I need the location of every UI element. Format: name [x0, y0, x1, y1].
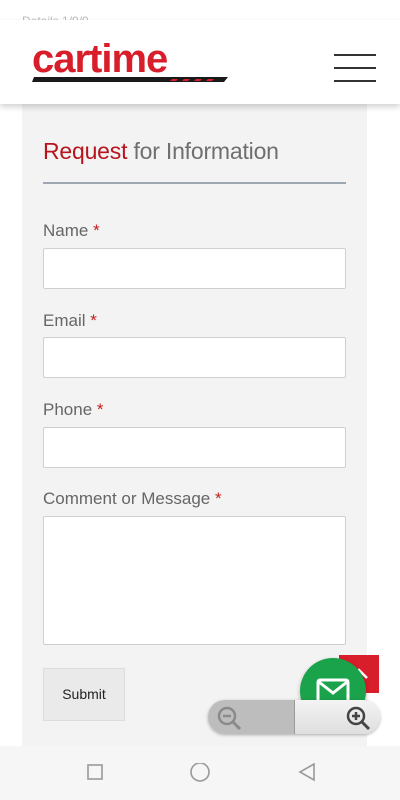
zoom-in-icon	[346, 706, 371, 731]
zoom-out-button[interactable]	[208, 700, 294, 734]
zoom-out-icon	[217, 706, 242, 731]
required-mark: *	[214, 489, 222, 508]
required-mark: *	[96, 400, 104, 419]
logo-graphic: cartime	[32, 37, 228, 82]
comment-label: Comment or Message *	[43, 489, 222, 508]
site-header: cartime	[0, 20, 400, 104]
name-label: Name *	[43, 221, 100, 240]
name-field[interactable]	[43, 248, 346, 289]
email-label: Email *	[43, 311, 97, 330]
required-mark: *	[90, 311, 97, 330]
comment-textarea[interactable]	[43, 516, 346, 645]
status-bar: Details 1/9/9	[0, 0, 400, 28]
email-field[interactable]	[43, 337, 346, 378]
zoom-control	[208, 700, 380, 734]
triangle-back-icon[interactable]	[297, 763, 317, 783]
submit-button[interactable]: Submit	[43, 668, 125, 721]
form-title-rest: for Information	[127, 138, 279, 164]
logo-wordmark: cartime	[32, 40, 167, 81]
cartime-logo[interactable]: cartime	[32, 37, 228, 82]
phone-field[interactable]	[43, 427, 346, 468]
required-mark: *	[93, 221, 100, 240]
hamburger-menu-icon[interactable]	[332, 54, 378, 84]
phone-label: Phone *	[43, 400, 104, 419]
system-nav-bar	[0, 746, 400, 800]
request-info-form: Request for Information Name * Email * P…	[22, 104, 367, 750]
square-recents-icon[interactable]	[86, 763, 104, 781]
circle-home-icon[interactable]	[189, 763, 211, 785]
form-title-accent: Request	[43, 138, 128, 164]
title-divider	[43, 182, 346, 184]
zoom-in-button[interactable]	[294, 700, 380, 734]
form-title: Request for Information	[43, 138, 279, 165]
